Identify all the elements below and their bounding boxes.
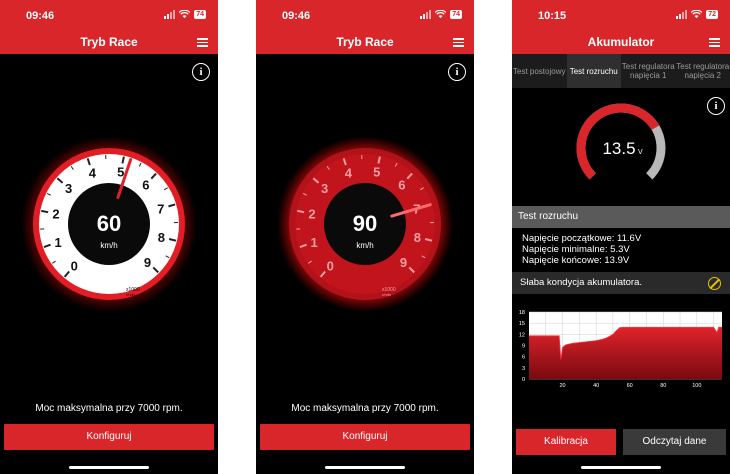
- read-data-button[interactable]: Odczytaj dane: [623, 429, 726, 455]
- reading-final-voltage: Napięcie końcowe: 13.9V: [522, 255, 630, 266]
- chart-xtick-label: 20: [560, 383, 566, 389]
- gauge-tick-label: 6: [398, 178, 405, 193]
- voltage-unit: V: [638, 149, 643, 156]
- chart-xtick-label: 60: [627, 383, 633, 389]
- gauge-tick-label: 0: [71, 258, 78, 273]
- chart-xtick-label: 100: [692, 383, 701, 389]
- gauge-tick-label: 9: [400, 255, 407, 270]
- home-indicator: [69, 466, 149, 469]
- chart-ytick-label: 18: [519, 310, 525, 316]
- home-indicator: [581, 466, 661, 469]
- voltage-value: 13.5: [602, 139, 635, 158]
- rpm-unit-label: r/min: [382, 292, 391, 297]
- configure-button[interactable]: Konfiguruj: [4, 424, 214, 450]
- battery-warning: Słaba kondycja akumulatora.: [512, 272, 730, 294]
- gauge-tick: [41, 209, 49, 214]
- speed-value: 60: [97, 211, 121, 236]
- app-header: Akumulator: [512, 28, 730, 54]
- gauge-tick-label: 0: [327, 258, 334, 273]
- tab-test-rozruchu[interactable]: Test rozruchu: [566, 54, 621, 88]
- gauge-tick-label: 6: [142, 178, 149, 193]
- phone-screen-race-white: 09:46 74 Tryb Race i 0 1 2 3 4 5 6 7 8 9 60 km/h x10…: [0, 0, 218, 474]
- section-title: Test rozruchu: [518, 211, 579, 222]
- gauge-tick-label: 3: [321, 181, 328, 196]
- gauge-tick-label: 5: [373, 164, 380, 179]
- no-entry-icon: [708, 277, 721, 290]
- page-title: Akumulator: [587, 35, 655, 49]
- chart-xtick-label: 80: [660, 383, 666, 389]
- gauge-tick-label: 4: [345, 166, 353, 181]
- voltage-chart: 0 3 6 9 12 15 18 20 40 60 80 100: [519, 310, 722, 389]
- section-header: Test rozruchu: [512, 206, 730, 228]
- speed-value: 90: [353, 211, 377, 236]
- gauge-tick-label: 5: [117, 164, 124, 179]
- gauge-tick-label: 8: [158, 230, 165, 245]
- gauge-tick-label: 2: [52, 207, 59, 222]
- gauge-tick-label: 9: [144, 255, 151, 270]
- reading-initial-voltage: Napięcie początkowe: 11.6V: [522, 233, 642, 244]
- speed-unit: km/h: [100, 241, 117, 250]
- gauge-tick-label: 2: [308, 207, 315, 222]
- calibrate-button[interactable]: Kalibracja: [516, 429, 616, 455]
- chart-ytick-label: 0: [522, 377, 525, 383]
- chart-ytick-label: 6: [522, 355, 525, 361]
- gauge-tick: [297, 209, 305, 214]
- chart-ytick-label: 12: [519, 332, 525, 338]
- tab-test-regulatora-1[interactable]: Test regulatora napięcia 1: [621, 54, 676, 88]
- chart-ytick-label: 3: [522, 366, 525, 372]
- gauge-tick-label: 1: [54, 235, 61, 250]
- gauge-tick-label: 1: [310, 235, 317, 250]
- phone-screen-race-red: 09:46 74 Tryb Race i 012345678990km/hx10…: [256, 0, 474, 474]
- battery-indicator: 72: [706, 10, 718, 19]
- gauge-tick-label: 8: [414, 230, 421, 245]
- test-tabs: Test postojowy Test rozruchu Test regula…: [512, 54, 730, 88]
- readings-list: Napięcie początkowe: 11.6V Napięcie mini…: [522, 233, 641, 266]
- reading-min-voltage: Napięcie minimalne: 5.3V: [522, 244, 630, 255]
- speed-unit: km/h: [356, 241, 373, 250]
- max-power-text: Moc maksymalna przy 7000 rpm.: [291, 403, 439, 414]
- phone-screen-battery: 10:15 72 Akumulator Test postojowy Test …: [512, 0, 730, 474]
- signal-icon: [676, 10, 688, 19]
- gauge-tick-label: 3: [65, 181, 72, 196]
- tab-test-postojowy[interactable]: Test postojowy: [512, 54, 567, 88]
- tab-test-regulatora-2[interactable]: Test regulatora napięcia 2: [676, 54, 730, 88]
- configure-button[interactable]: Konfiguruj: [260, 424, 470, 450]
- max-power-text: Moc maksymalna przy 7000 rpm.: [35, 403, 183, 414]
- voltage-gauge: 13.5 V: [576, 103, 666, 180]
- gauge-tick-label: 4: [89, 166, 97, 181]
- chart-ytick-label: 15: [519, 321, 525, 327]
- gauge-tick-label: 7: [157, 202, 164, 217]
- hamburger-menu-icon[interactable]: [709, 38, 720, 47]
- status-time: 10:15: [538, 10, 567, 22]
- chart-ytick-label: 9: [522, 344, 525, 350]
- wifi-icon: [691, 10, 703, 19]
- warning-text: Słaba kondycja akumulatora.: [520, 277, 642, 288]
- rpm-unit-label: r/min: [126, 292, 135, 297]
- home-indicator: [325, 466, 405, 469]
- chart-xtick-label: 40: [593, 383, 599, 389]
- status-bar: 10:15 72: [512, 0, 730, 28]
